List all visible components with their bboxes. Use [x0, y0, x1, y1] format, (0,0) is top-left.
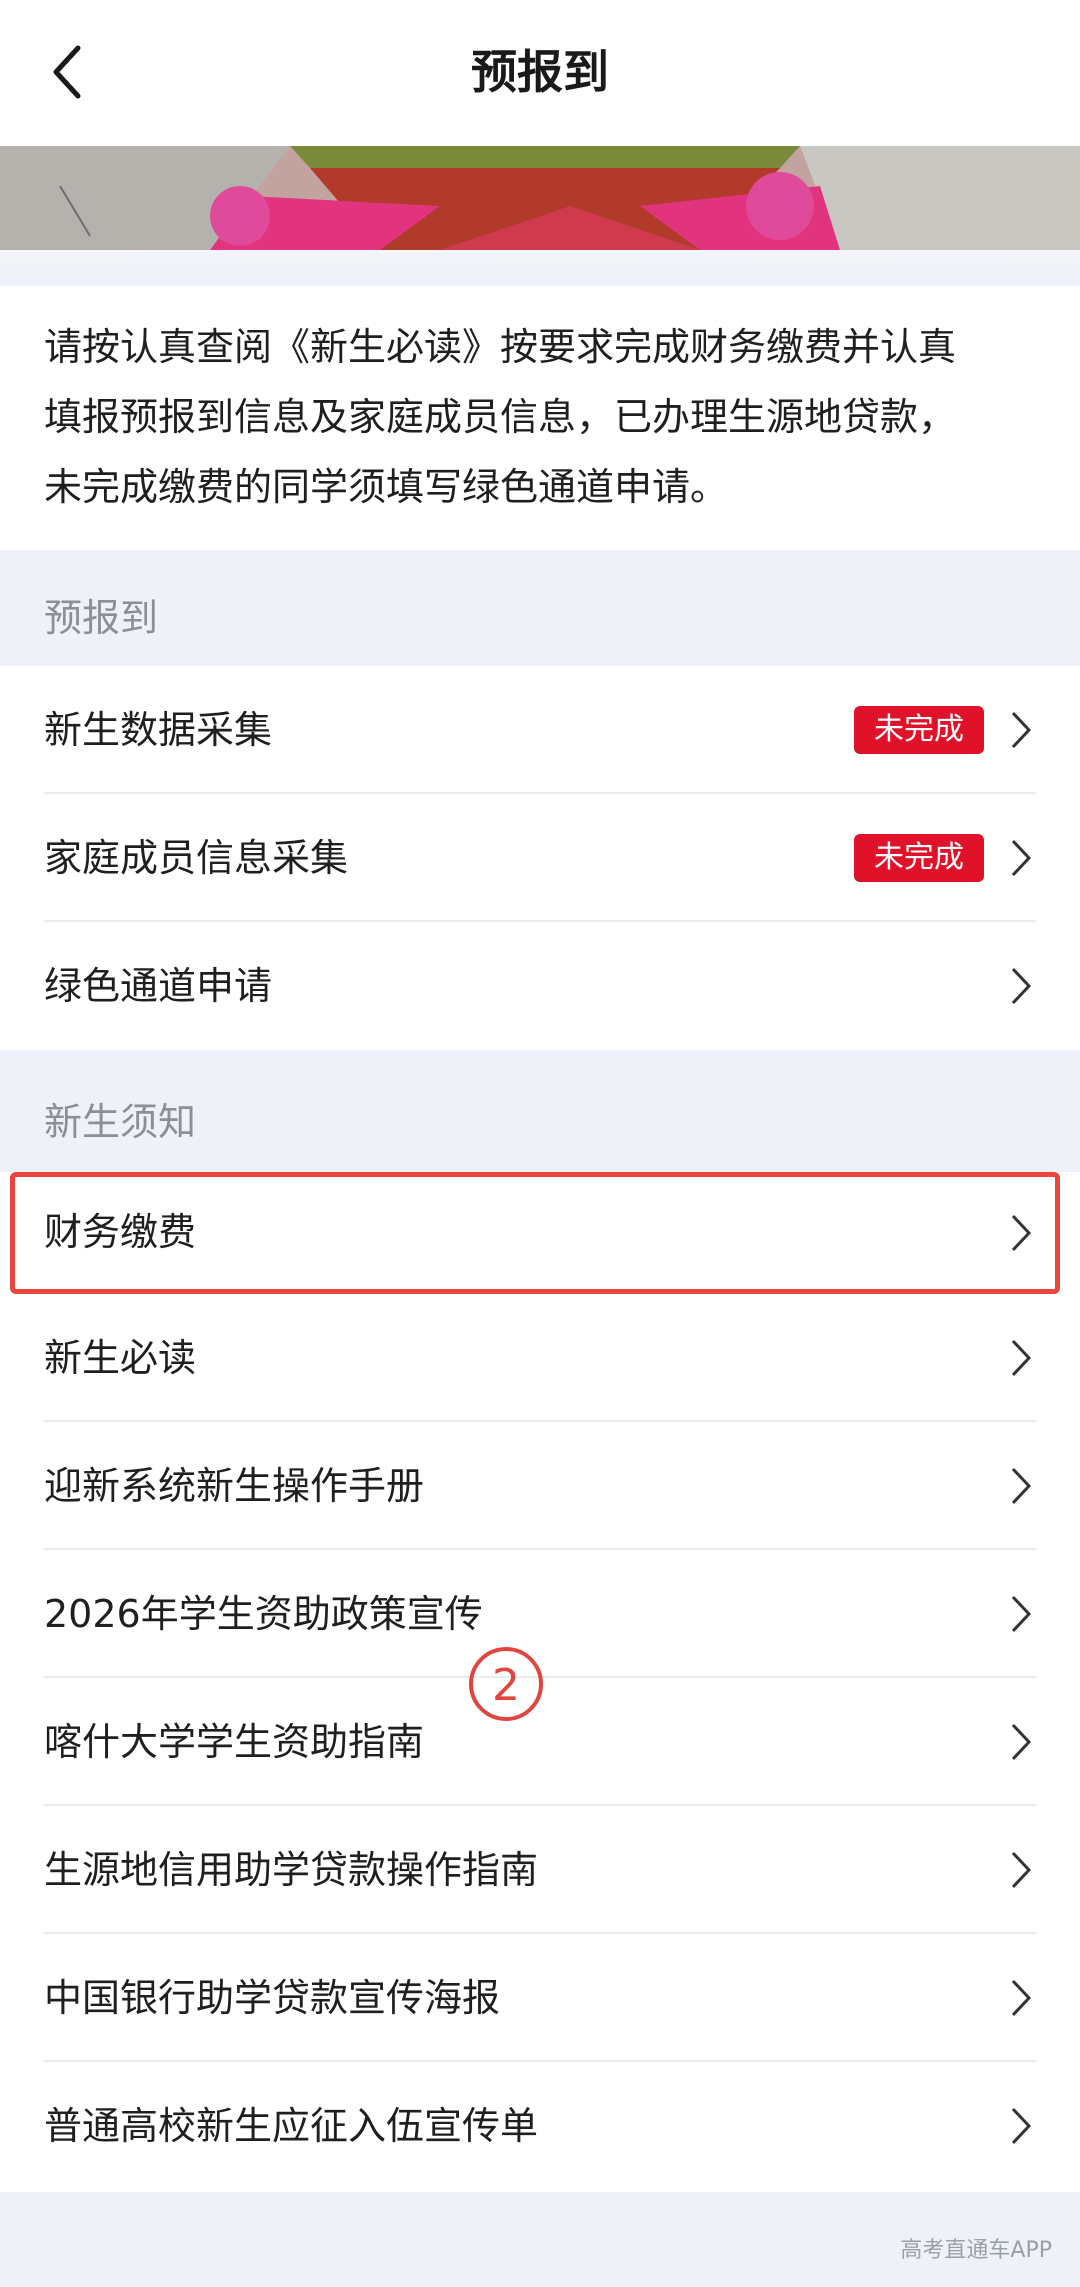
list-item-loan-guide[interactable]: 生源地信用助学贷款操作指南	[0, 1806, 1080, 1934]
chevron-right-icon	[1011, 2107, 1032, 2145]
chevron-right-icon	[1011, 1595, 1032, 1633]
list-item-label: 喀什大学学生资助指南	[44, 1720, 425, 1764]
step-marker: 2	[469, 1647, 543, 1721]
list-item-label: 新生数据采集	[44, 708, 273, 752]
intro-notice: 请按认真查阅《新生必读》按要求完成财务缴费并认真 填报预报到信息及家庭成员信息，…	[0, 286, 1080, 550]
list-item-label: 2026年学生资助政策宣传	[44, 1592, 483, 1636]
top-nav-bar: 预报到	[0, 0, 1080, 146]
svg-text:2: 2	[492, 1660, 520, 1711]
list-item-freshman-guide[interactable]: 新生必读	[0, 1294, 1080, 1422]
list-item-label: 家庭成员信息采集	[44, 836, 349, 880]
list-item-boc-loan-poster[interactable]: 中国银行助学贷款宣传海报	[0, 1934, 1080, 2062]
list-item-label: 绿色通道申请	[44, 964, 273, 1008]
chevron-right-icon	[1011, 1979, 1032, 2017]
list-item-label: 生源地信用助学贷款操作指南	[44, 1848, 539, 1892]
list-item-label: 财务缴费	[44, 1210, 197, 1254]
list-item-student-data[interactable]: 新生数据采集 未完成	[0, 666, 1080, 794]
chevron-right-icon	[1011, 1339, 1032, 1377]
list-item-family-info[interactable]: 家庭成员信息采集 未完成	[0, 794, 1080, 922]
status-badge: 未完成	[854, 834, 984, 882]
list-item-label: 迎新系统新生操作手册	[44, 1464, 425, 1508]
intro-line: 请按认真查阅《新生必读》按要求完成财务缴费并认真	[44, 325, 957, 369]
chevron-right-icon	[1011, 1214, 1032, 1252]
watermark: 高考直通车APP	[900, 2238, 1052, 2263]
chevron-right-icon	[1011, 1467, 1032, 1505]
chevron-right-icon	[1011, 711, 1032, 749]
section-title-pre-register: 预报到	[44, 596, 159, 640]
section-title-notices: 新生须知	[44, 1100, 197, 1144]
chevron-right-icon	[1011, 1723, 1032, 1761]
pre-register-list: 新生数据采集 未完成 家庭成员信息采集 未完成 绿色通道申请	[0, 666, 1080, 1050]
list-item-finance-payment[interactable]: 财务缴费	[0, 1172, 1080, 1294]
page-title: 预报到	[471, 45, 609, 99]
banner-divider	[0, 250, 1080, 286]
intro-line: 未完成缴费的同学须填写绿色通道申请。	[44, 465, 729, 509]
list-item-enlistment-flyer[interactable]: 普通高校新生应征入伍宣传单	[0, 2062, 1080, 2192]
list-item-label: 中国银行助学贷款宣传海报	[44, 1976, 501, 2020]
chevron-right-icon	[1011, 967, 1032, 1005]
intro-line: 填报预报到信息及家庭成员信息，已办理生源地贷款，	[44, 395, 957, 439]
list-item-label: 新生必读	[44, 1336, 197, 1380]
banner-image	[0, 146, 1080, 250]
chevron-right-icon	[1011, 839, 1032, 877]
list-item-green-channel[interactable]: 绿色通道申请	[0, 922, 1080, 1050]
list-item-operation-manual[interactable]: 迎新系统新生操作手册	[0, 1422, 1080, 1550]
list-item-label: 普通高校新生应征入伍宣传单	[44, 2104, 539, 2148]
chevron-right-icon	[1011, 1851, 1032, 1889]
status-badge: 未完成	[854, 706, 984, 754]
